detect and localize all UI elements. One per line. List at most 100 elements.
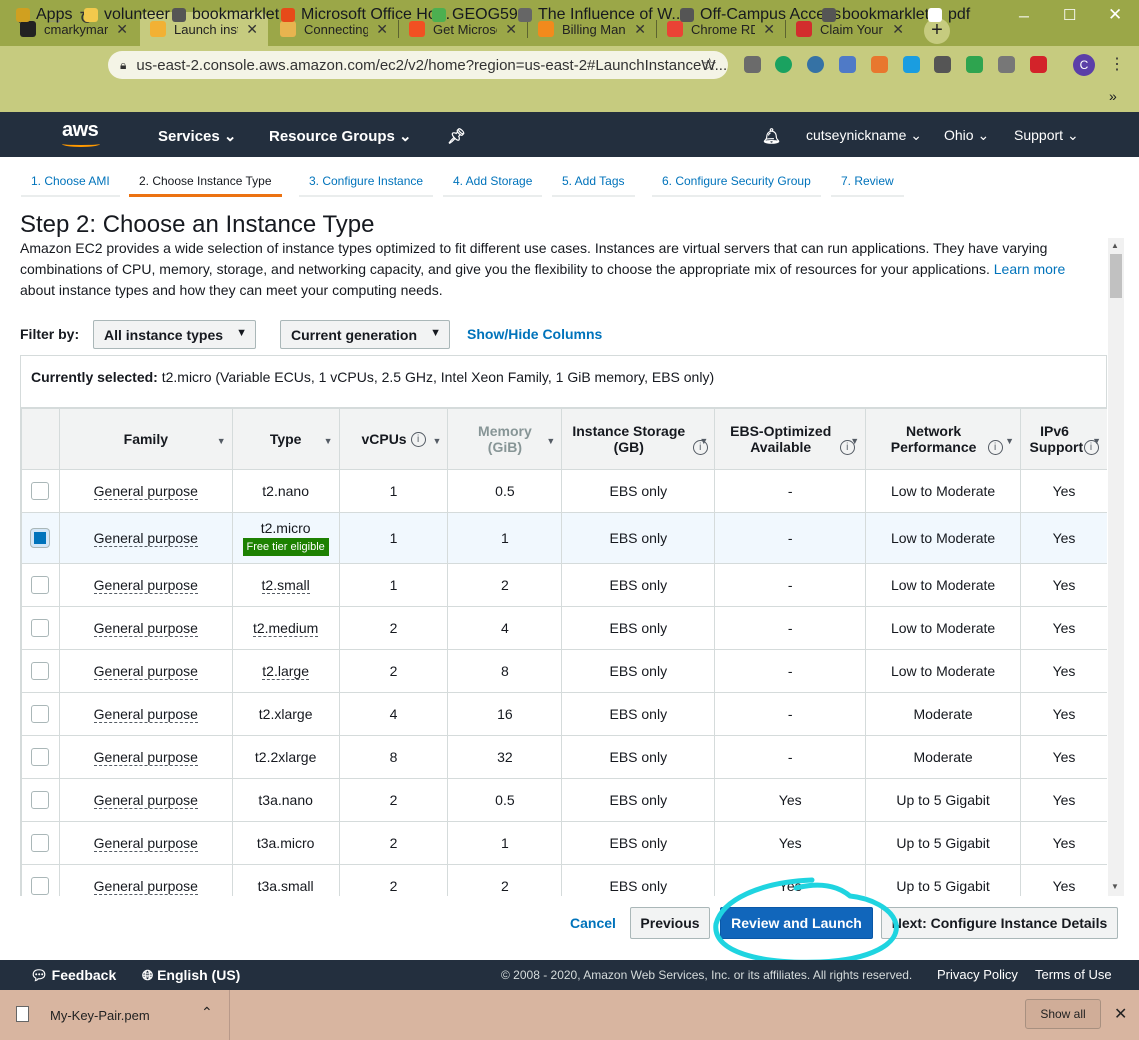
column-header-family[interactable]: Family ▼ [58, 408, 233, 470]
minimize-icon[interactable]: ─ [1019, 8, 1029, 24]
row-select-cell[interactable] [21, 864, 60, 896]
row-checkbox[interactable] [31, 791, 50, 810]
table-row[interactable]: General purpose t2.large 2 8 EBS only - Low to… [21, 649, 1107, 693]
scroll-down-icon[interactable]: ▼ [1111, 882, 1119, 891]
bookmark-item[interactable]: pdf [928, 6, 970, 24]
terms-of-use-link[interactable]: Terms of Use [1035, 967, 1112, 982]
show-all-downloads-button[interactable]: Show all [1025, 999, 1101, 1029]
column-header-vcpus[interactable]: vCPUs i ▼ [338, 408, 449, 470]
row-select-cell[interactable] [21, 512, 60, 564]
skype-icon[interactable] [903, 56, 920, 73]
sort-icon[interactable]: ▼ [324, 436, 333, 446]
wizard-step-configure-instance[interactable]: 3. Configure Instance [299, 166, 434, 197]
row-checkbox[interactable] [31, 482, 50, 501]
show-hide-columns-link[interactable]: Show/Hide Columns [467, 326, 602, 342]
row-checkbox[interactable] [31, 576, 50, 595]
wizard-step-security-group[interactable]: 6. Configure Security Group [652, 166, 821, 197]
bookmark-item[interactable]: bookmarklet [172, 6, 279, 24]
row-checkbox[interactable] [31, 662, 50, 681]
row-checkbox[interactable] [31, 619, 50, 638]
bookmark-item[interactable]: GEOG594 [432, 6, 527, 24]
address-bar[interactable]: 🔒︎ us-east-2.console.aws.amazon.com/ec2/… [108, 51, 728, 79]
table-row[interactable]: General purpose t2.nano 1 0.5 EBS only - Low t… [21, 469, 1107, 513]
scrollbar-thumb[interactable] [1110, 254, 1122, 298]
column-header-network-performance[interactable]: Network Performance i ▼ [865, 408, 1022, 470]
table-row[interactable]: General purpose t3a.nano 2 0.5 EBS only Yes Up… [21, 778, 1107, 822]
extension-icon[interactable] [871, 56, 888, 73]
sort-icon[interactable]: ▼ [699, 436, 708, 446]
menu-icon[interactable]: ⋮ [1109, 54, 1125, 74]
row-checkbox[interactable] [31, 748, 50, 767]
download-item[interactable]: My-Key-Pair.pem ⌃ [0, 990, 230, 1040]
bookmark-item[interactable]: The Influence of W... [518, 6, 685, 24]
bookmarks-overflow-icon[interactable]: » [1109, 88, 1117, 104]
resource-groups-menu[interactable]: Resource Groups ⌄ [269, 127, 412, 145]
table-row[interactable]: General purpose t3a.micro 2 1 EBS only Yes Up … [21, 821, 1107, 865]
column-header-ipv6[interactable]: IPv6 Support i ▼ [1020, 408, 1107, 470]
region-menu[interactable]: Ohio ⌄ [944, 127, 989, 144]
account-menu[interactable]: cutseynickname ⌄ [806, 127, 922, 144]
generation-filter-select[interactable]: Current generation ▼ [280, 320, 450, 349]
sort-icon[interactable]: ▼ [1005, 436, 1014, 446]
table-row[interactable]: General purpose t2.xlarge 4 16 EBS only - Mode… [21, 692, 1107, 736]
grammarly-icon[interactable] [775, 56, 792, 73]
list-icon[interactable] [934, 56, 951, 73]
wizard-step-add-tags[interactable]: 5. Add Tags [552, 166, 635, 197]
close-download-bar-icon[interactable]: ✕ [1114, 1004, 1127, 1024]
instance-type-filter-select[interactable]: All instance types ▼ [93, 320, 256, 349]
table-row[interactable]: General purpose t2.medium 2 4 EBS only - Low t… [21, 606, 1107, 650]
wizard-step-choose-instance-type[interactable]: 2. Choose Instance Type [129, 166, 282, 197]
row-checkbox[interactable] [31, 705, 50, 724]
profile-avatar[interactable]: C [1073, 54, 1095, 76]
aws-logo[interactable]: aws [62, 119, 99, 142]
row-checkbox[interactable] [31, 877, 50, 896]
star-icon[interactable]: ☆ [702, 55, 717, 75]
python-icon[interactable] [807, 56, 824, 73]
row-select-cell[interactable] [21, 606, 60, 650]
language-selector[interactable]: 🌐︎ English (US) [142, 967, 240, 984]
extension-icon[interactable] [839, 56, 856, 73]
next-configure-instance-button[interactable]: Next: Configure Instance Details [881, 907, 1118, 939]
row-select-cell[interactable] [21, 469, 60, 513]
row-select-cell[interactable] [21, 778, 60, 822]
info-icon[interactable]: i [987, 440, 1003, 456]
table-row[interactable]: General purpose t2.2xlarge 8 32 EBS only - Mod… [21, 735, 1107, 779]
column-header-ebs-optimized[interactable]: EBS-Optimized Available i ▼ [714, 408, 867, 470]
row-select-cell[interactable] [21, 735, 60, 779]
sort-icon[interactable]: ▼ [217, 436, 226, 446]
sort-icon[interactable]: ▼ [433, 436, 442, 446]
services-menu[interactable]: Services ⌄ [158, 127, 236, 145]
table-row[interactable]: General purpose t2.small 1 2 EBS only - Low to… [21, 563, 1107, 607]
lock-extension-icon[interactable] [966, 56, 983, 73]
privacy-policy-link[interactable]: Privacy Policy [937, 967, 1018, 982]
row-select-cell[interactable] [21, 821, 60, 865]
row-checkbox[interactable] [31, 834, 50, 853]
table-row[interactable]: General purpose t2.micro Free tier eligibl… [21, 512, 1107, 564]
bookmark-item[interactable]: Off-Campus Access [680, 6, 841, 24]
notifications-bell-icon[interactable]: 🔔︎ [762, 127, 781, 145]
cancel-button[interactable]: Cancel [570, 915, 616, 931]
row-checkbox[interactable] [31, 529, 50, 548]
learn-more-link[interactable]: Learn more [994, 261, 1066, 277]
support-menu[interactable]: Support ⌄ [1014, 127, 1079, 144]
sort-icon[interactable]: ▼ [1092, 436, 1101, 446]
close-window-icon[interactable]: ✕ [1108, 5, 1122, 25]
bookmark-item[interactable]: volunteer [84, 6, 170, 24]
info-icon[interactable]: i [410, 432, 426, 448]
scroll-up-icon[interactable]: ▲ [1111, 241, 1119, 250]
wizard-step-review[interactable]: 7. Review [831, 166, 904, 197]
sort-icon[interactable]: ▼ [850, 436, 859, 446]
row-select-cell[interactable] [21, 649, 60, 693]
feedback-link[interactable]: 💬︎ Feedback [30, 967, 116, 984]
column-header-memory[interactable]: Memory (GiB) ▼ [447, 408, 563, 470]
column-header-type[interactable]: Type ▼ [231, 408, 340, 470]
wizard-step-add-storage[interactable]: 4. Add Storage [443, 166, 543, 197]
extension-icon[interactable] [744, 56, 761, 73]
bookmark-item[interactable]: Apps [16, 6, 72, 24]
table-row[interactable]: General purpose t3a.small 2 2 EBS only Yes Up … [21, 864, 1107, 896]
column-header-instance-storage[interactable]: Instance Storage (GB) i ▼ [561, 408, 716, 470]
extension-icon[interactable] [1030, 56, 1047, 73]
row-select-cell[interactable] [21, 563, 60, 607]
extension-icon[interactable] [998, 56, 1015, 73]
bookmark-item[interactable]: Microsoft Office Ho... [281, 6, 450, 24]
